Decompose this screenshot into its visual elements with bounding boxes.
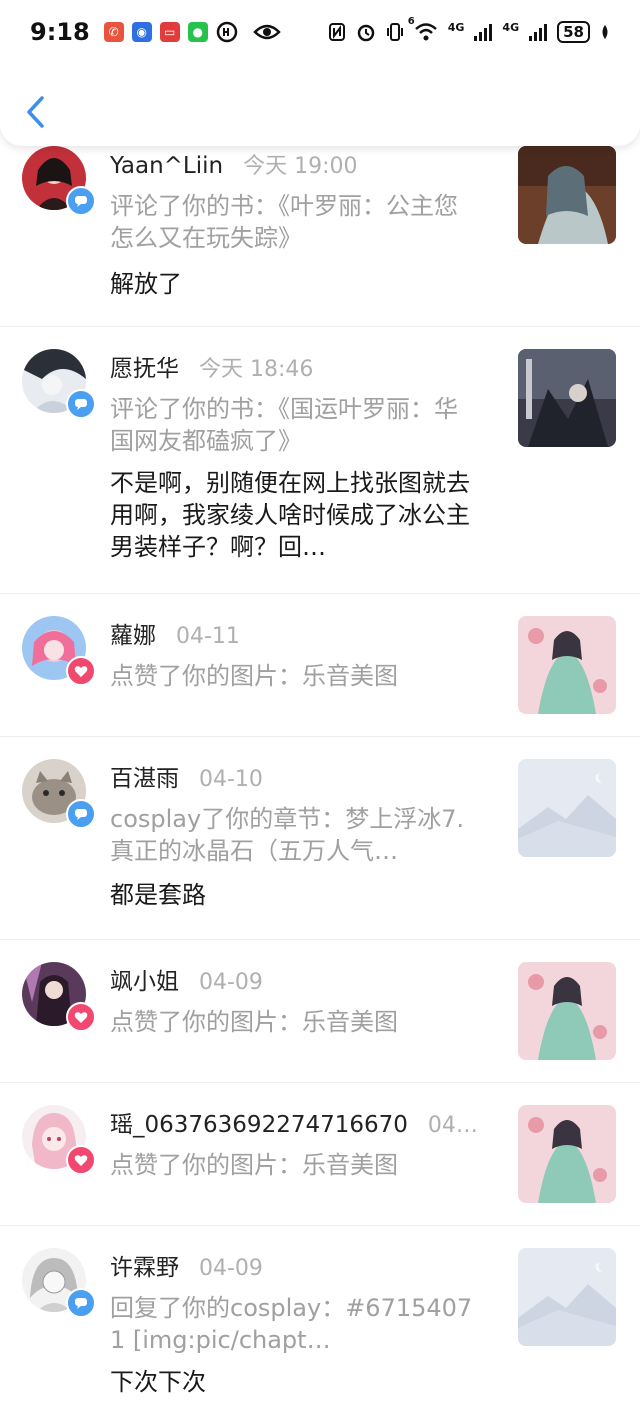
action-text[interactable]: 评论了你的书：《叶罗丽：公主您怎么又在玩失踪》 [110, 190, 480, 254]
username[interactable]: 蘿娜 [110, 616, 156, 650]
timestamp: 今天 19:00 [243, 154, 358, 179]
name-row: 蘿娜 04-11 [110, 616, 480, 650]
action-text[interactable]: 点赞了你的图片：乐音美图 [110, 1006, 480, 1038]
eye-icon [252, 24, 281, 40]
name-row: 瑶_063763692274716670 04… [110, 1105, 480, 1139]
avatar-wrapper [22, 962, 96, 1032]
battery-indicator: 58 [557, 21, 590, 43]
message-text: 不是啊，别随便在网上找张图就去用啊，我家绫人啥时候成了冰公主男装样子？啊？回… [110, 469, 470, 561]
timestamp: 04-09 [199, 1256, 263, 1281]
comment-badge-icon [66, 799, 96, 829]
wifi-indicator: 6 [408, 16, 438, 42]
action-text[interactable]: 回复了你的cosplay：#67154071 [img:pic/chapt… [110, 1292, 480, 1356]
message-text: 都是套路 [110, 881, 206, 909]
signal-strength-1-icon [474, 23, 493, 41]
thumbnail-image[interactable] [518, 349, 616, 447]
avatar-wrapper [22, 146, 96, 216]
thumbnail-image[interactable] [518, 962, 616, 1060]
status-time: 9:18 [30, 18, 90, 46]
notification-item[interactable]: 飒小姐 04-09 点赞了你的图片：乐音美图 [0, 940, 640, 1083]
missed-call-icon: ✆ [103, 22, 124, 42]
notification-content: 愿抚华 今天 18:46 评论了你的书：《国运叶罗丽：华国网友都磕疯了》 不是啊… [110, 349, 480, 563]
status-bar-right: 6 4G 4G 58 [328, 16, 610, 43]
username[interactable]: Yaan^Liin [110, 153, 223, 179]
timestamp: 04-10 [199, 767, 263, 792]
network-label-1: 4G [447, 21, 465, 34]
wechat-icon: ● [187, 22, 208, 42]
action-text[interactable]: 点赞了你的图片：乐音美图 [110, 660, 480, 692]
thumbnail-placeholder[interactable] [518, 1248, 616, 1346]
nfc-icon [328, 23, 345, 41]
notification-content: 许霖野 04-09 回复了你的cosplay：#67154071 [img:pi… [110, 1248, 480, 1398]
status-bar-mid [215, 20, 281, 44]
avatar-wrapper [22, 759, 96, 829]
name-row: 百湛雨 04-10 [110, 759, 480, 793]
avatar-wrapper [22, 616, 96, 686]
signal-strength-2-icon [529, 23, 548, 41]
notification-item[interactable]: Yaan^Liin 今天 19:00 评论了你的书：《叶罗丽：公主您怎么又在玩失… [0, 130, 640, 327]
leaf-icon [602, 25, 608, 39]
data-saver-icon [216, 21, 237, 43]
action-text[interactable]: 点赞了你的图片：乐音美图 [110, 1149, 480, 1181]
heart-badge-icon [66, 1145, 96, 1175]
username[interactable]: 愿抚华 [110, 349, 179, 383]
avatar-wrapper [22, 349, 96, 419]
heart-badge-icon [66, 1002, 96, 1032]
heart-badge-icon [66, 656, 96, 686]
username[interactable]: 许霖野 [110, 1248, 179, 1282]
name-row: 飒小姐 04-09 [110, 962, 480, 996]
thumbnail-image[interactable] [518, 1105, 616, 1203]
notification-item[interactable]: 瑶_063763692274716670 04… 点赞了你的图片：乐音美图 [0, 1083, 640, 1226]
thumbnail-image[interactable] [518, 146, 616, 244]
comment-badge-icon [66, 186, 96, 216]
timestamp: 04-11 [176, 624, 240, 649]
huawei-app-icon: ▭ [159, 22, 180, 42]
username[interactable]: 百湛雨 [110, 759, 179, 793]
name-row: 许霖野 04-09 [110, 1248, 480, 1282]
username[interactable]: 瑶_063763692274716670 [110, 1105, 408, 1139]
notification-content: 蘿娜 04-11 点赞了你的图片：乐音美图 [110, 616, 480, 692]
message-text: 解放了 [110, 270, 182, 298]
network-label-2: 4G [502, 21, 520, 34]
alarm-icon [357, 24, 374, 42]
timestamp: 04-09 [199, 970, 263, 995]
back-button[interactable] [20, 92, 50, 132]
chevron-left-icon [27, 96, 44, 128]
timestamp: 04… [427, 1113, 478, 1138]
notification-content: 百湛雨 04-10 cosplay了你的章节：梦上浮冰7.真正的冰晶石（五万人气… [110, 759, 480, 911]
notification-content: 瑶_063763692274716670 04… 点赞了你的图片：乐音美图 [110, 1105, 480, 1181]
name-row: Yaan^Liin 今天 19:00 [110, 148, 480, 180]
avatar-wrapper [22, 1105, 96, 1175]
notification-item[interactable]: 许霖野 04-09 回复了你的cosplay：#67154071 [img:pi… [0, 1226, 640, 1426]
comment-badge-icon [66, 389, 96, 419]
status-bar: 9:18 ✆ ◉ ▭ ● 6 4G 4G 58 [0, 0, 640, 64]
thumbnail-image[interactable] [518, 616, 616, 714]
action-text[interactable]: cosplay了你的章节：梦上浮冰7.真正的冰晶石（五万人气… [110, 803, 480, 867]
notification-item[interactable]: 蘿娜 04-11 点赞了你的图片：乐音美图 [0, 594, 640, 737]
shield-app-icon: ◉ [131, 22, 152, 42]
vibrate-icon [386, 23, 403, 41]
wifi-6-label: 6 [407, 16, 415, 27]
username[interactable]: 飒小姐 [110, 962, 179, 996]
notification-list: Yaan^Liin 今天 19:00 评论了你的书：《叶罗丽：公主您怎么又在玩失… [0, 130, 640, 1426]
message-text: 下次下次 [110, 1368, 206, 1396]
name-row: 愿抚华 今天 18:46 [110, 349, 480, 383]
timestamp: 今天 18:46 [199, 357, 314, 382]
wifi-icon [414, 23, 437, 41]
comment-badge-icon [66, 1288, 96, 1318]
notification-content: 飒小姐 04-09 点赞了你的图片：乐音美图 [110, 962, 480, 1038]
avatar-wrapper [22, 1248, 96, 1318]
notification-item[interactable]: 百湛雨 04-10 cosplay了你的章节：梦上浮冰7.真正的冰晶石（五万人气… [0, 737, 640, 940]
status-bar-left: 9:18 ✆ ◉ ▭ ● [30, 18, 208, 46]
thumbnail-placeholder[interactable] [518, 759, 616, 857]
notification-content: Yaan^Liin 今天 19:00 评论了你的书：《叶罗丽：公主您怎么又在玩失… [110, 148, 480, 300]
notification-item[interactable]: 愿抚华 今天 18:46 评论了你的书：《国运叶罗丽：华国网友都磕疯了》 不是啊… [0, 327, 640, 594]
action-text[interactable]: 评论了你的书：《国运叶罗丽：华国网友都磕疯了》 [110, 393, 480, 457]
